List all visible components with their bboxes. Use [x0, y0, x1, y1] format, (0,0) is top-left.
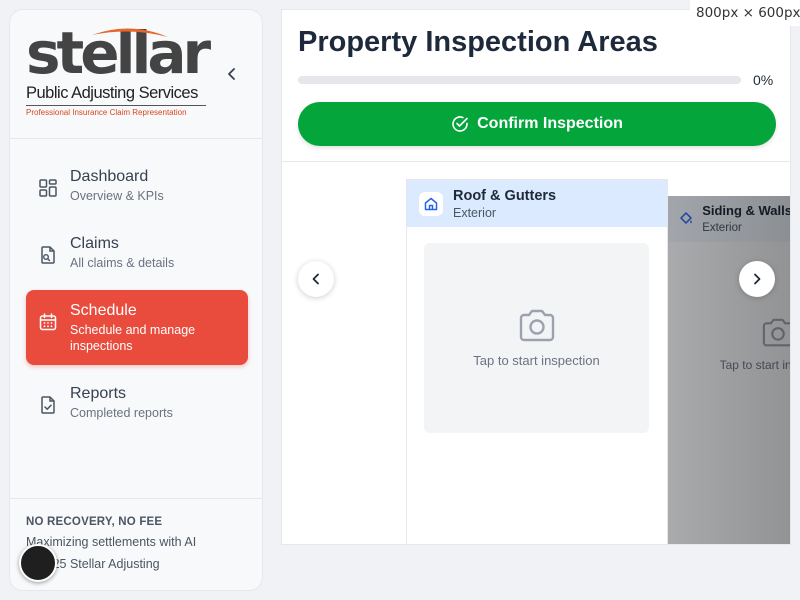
home-icon: [419, 191, 443, 216]
check-circle-icon: [452, 116, 468, 132]
sidebar-item-subtitle: All claims & details: [70, 256, 175, 270]
sidebar-item-title: Dashboard: [70, 168, 149, 185]
confirm-inspection-button[interactable]: Confirm Inspection: [298, 102, 776, 146]
page-title: Property Inspection Areas: [298, 26, 658, 58]
chevron-left-icon: [312, 273, 319, 285]
sidebar-item-claims[interactable]: Claims All claims & details: [26, 223, 248, 282]
photo-prompt: Tap to start inspection: [719, 358, 791, 372]
sidebar-item-title: Schedule: [70, 302, 137, 319]
sidebar-item-subtitle: Schedule and manage inspections: [70, 323, 196, 353]
camera-icon: [519, 309, 554, 341]
main-panel: Property Inspection Areas 0% Confirm Ins…: [281, 9, 791, 545]
photo-prompt: Tap to start inspection: [473, 352, 600, 368]
carousel-next-button[interactable]: [739, 261, 775, 297]
camera-icon: [762, 318, 790, 347]
inspection-carousel: Roof & Gutters Exterior Tap to start ins…: [282, 163, 791, 544]
sidebar-item-reports[interactable]: Reports Completed reports: [26, 373, 248, 432]
logo-swoosh: [92, 28, 168, 37]
sidebar: stellar Public Adjusting Services Profes…: [9, 9, 263, 591]
progress-label: 0%: [753, 72, 774, 88]
claims-document-icon: [41, 246, 55, 264]
chevron-right-icon: [754, 273, 761, 285]
report-check-icon: [41, 396, 55, 414]
confirm-inspection-label: Confirm Inspection: [477, 115, 623, 132]
logo-tagline: Professional Insurance Claim Representat…: [26, 108, 187, 117]
logo-area: stellar Public Adjusting Services Profes…: [10, 10, 262, 139]
sidebar-item-subtitle: Overview & KPIs: [70, 189, 164, 203]
card-subtitle: Exterior: [702, 222, 742, 234]
footer-title: NO RECOVERY, NO FEE: [26, 516, 163, 528]
footer-subtitle: Maximizing settlements with AI: [26, 535, 197, 549]
sidebar-nav: Dashboard Overview & KPIs Claims All cla…: [26, 156, 248, 440]
calendar-icon: [39, 313, 57, 331]
sidebar-item-subtitle: Completed reports: [70, 406, 173, 420]
paint-bucket-icon: [678, 207, 694, 231]
inspection-card-siding[interactable]: Siding & Walls Exterior Tap to start ins…: [668, 196, 791, 544]
collapse-sidebar-button[interactable]: [224, 66, 240, 82]
sidebar-item-dashboard[interactable]: Dashboard Overview & KPIs: [26, 156, 248, 215]
progress-bar: [298, 76, 741, 84]
stellar-logo: stellar Public Adjusting Services Profes…: [26, 24, 216, 117]
card-subtitle: Exterior: [453, 205, 497, 220]
sidebar-item-title: Claims: [70, 235, 119, 252]
inspection-card-roof[interactable]: Roof & Gutters Exterior Tap to start ins…: [406, 179, 668, 544]
photo-capture-area[interactable]: Tap to start inspection: [424, 243, 649, 433]
sidebar-item-schedule[interactable]: Schedule Schedule and manage inspections: [26, 290, 248, 365]
card-header: Roof & Gutters Exterior: [407, 180, 667, 227]
floating-avatar-button[interactable]: [19, 544, 57, 582]
card-title: Siding & Walls: [702, 203, 791, 218]
sidebar-item-title: Reports: [70, 385, 127, 402]
main-header: Property Inspection Areas 0% Confirm Ins…: [282, 10, 790, 162]
dimension-label: 800px × 600px: [690, 0, 800, 26]
card-header: Siding & Walls Exterior: [668, 196, 791, 242]
logo-divider: [26, 105, 206, 106]
carousel-prev-button[interactable]: [298, 261, 334, 297]
chevron-left-icon: [228, 68, 235, 80]
card-title: Roof & Gutters: [453, 187, 557, 204]
photo-capture-area[interactable]: Tap to start inspection: [678, 262, 791, 428]
footer-copyright: © 2025 Stellar Adjusting: [26, 557, 160, 571]
dashboard-grid-icon: [39, 179, 57, 197]
